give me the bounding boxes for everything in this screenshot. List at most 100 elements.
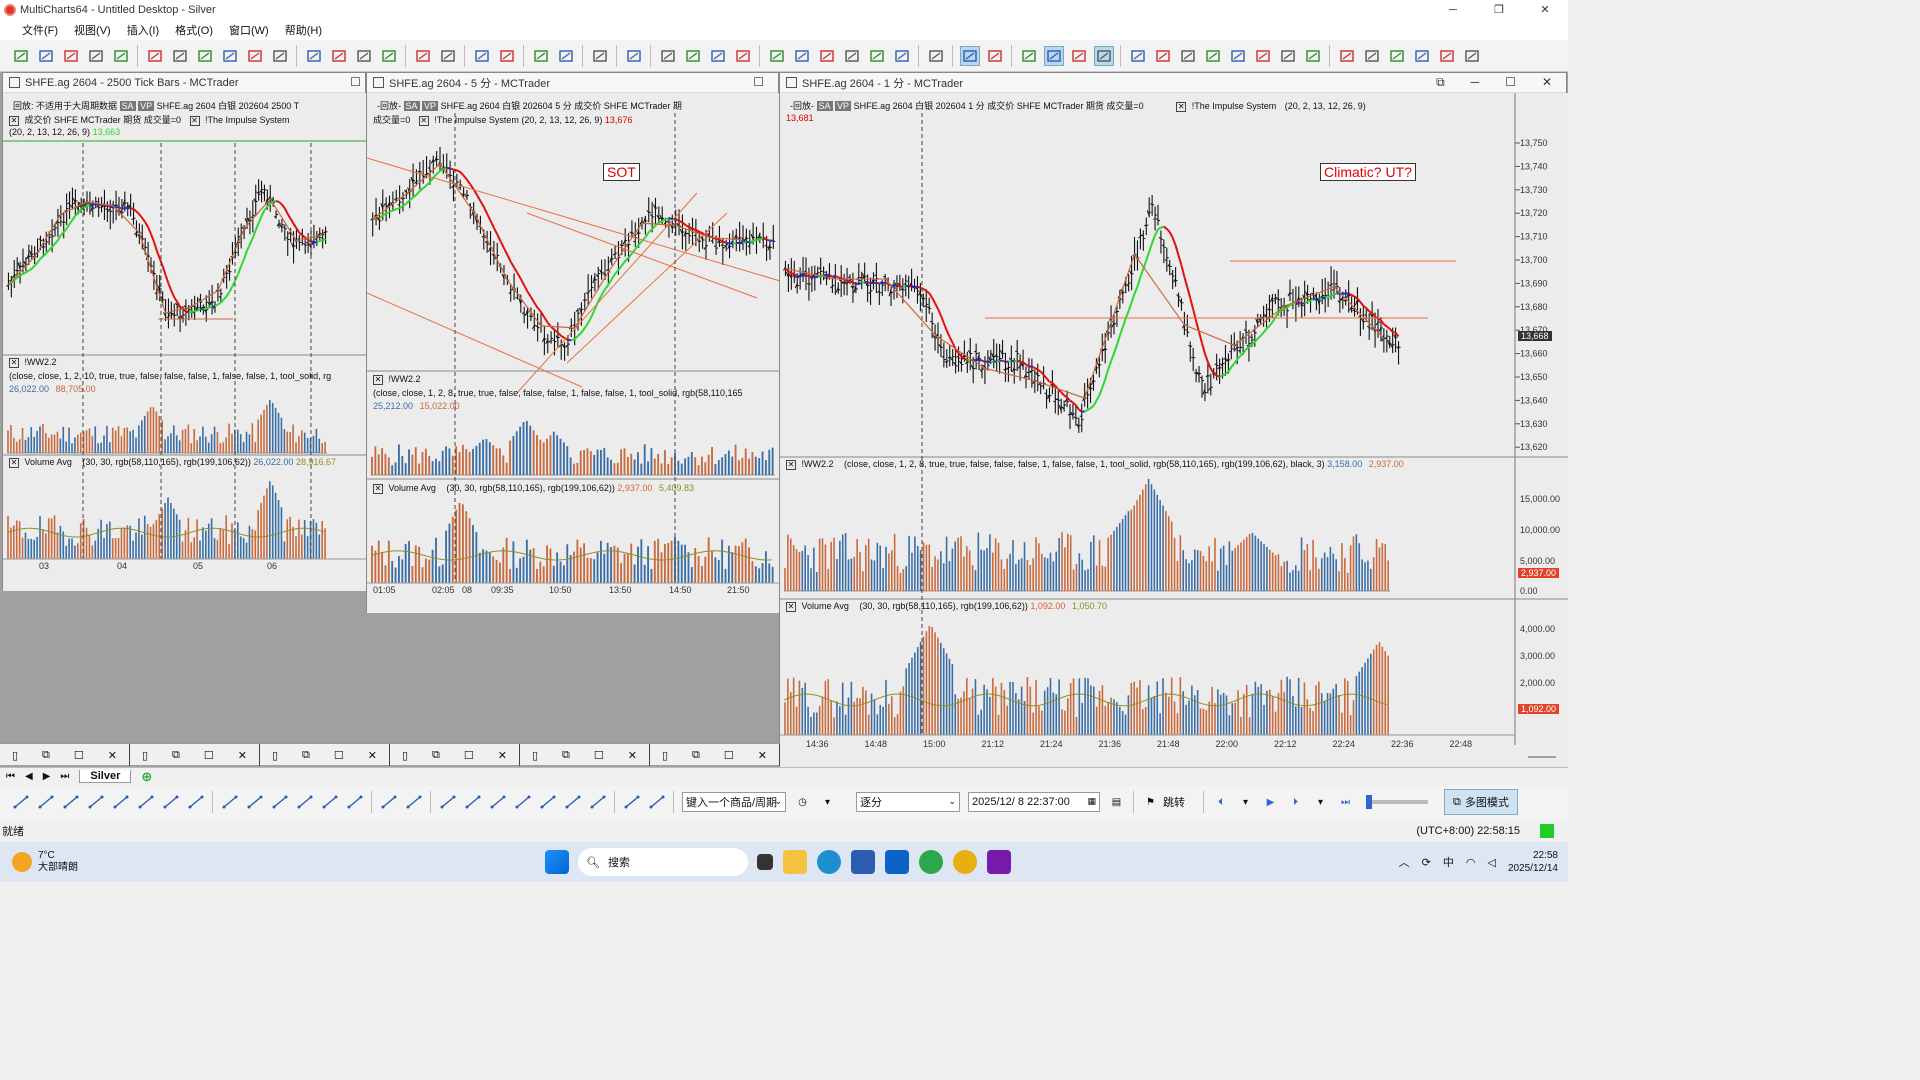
- fib-grid-icon[interactable]: [345, 792, 365, 812]
- note-icon[interactable]: [438, 792, 458, 812]
- restore-icon[interactable]: ⧉: [432, 749, 440, 762]
- chart1-plot-area[interactable]: 回放: 不适用于大周期数据 SA VP SHFE.ag 2604 白银 2026…: [3, 93, 367, 591]
- prev-sheet-icon[interactable]: ◀: [25, 771, 33, 782]
- vp-badge[interactable]: VP: [138, 101, 155, 111]
- outlook-icon[interactable]: [885, 850, 909, 874]
- arc-icon[interactable]: [538, 792, 558, 812]
- new-order-icon[interactable]: [220, 46, 240, 66]
- close-icon[interactable]: ✕: [758, 749, 767, 762]
- close-study-icon[interactable]: ✕: [189, 115, 200, 126]
- chevron-down-icon[interactable]: ⌄: [774, 796, 782, 807]
- speed-fan-icon[interactable]: [161, 792, 181, 812]
- expand-icon[interactable]: [1362, 46, 1382, 66]
- speed-slider-thumb[interactable]: [1366, 795, 1372, 809]
- rect-icon[interactable]: [488, 792, 508, 812]
- minimized-window-tab[interactable]: ▯ ⧉ ☐ ✕: [650, 744, 780, 766]
- heatmap-icon[interactable]: [892, 46, 912, 66]
- step-forward-icon[interactable]: ⏵: [1286, 792, 1306, 812]
- fib-ext-icon[interactable]: [270, 792, 290, 812]
- close-study-icon[interactable]: ✕: [1176, 101, 1187, 112]
- arrow-up-icon[interactable]: [1437, 46, 1457, 66]
- minimize-icon[interactable]: ─: [1471, 75, 1480, 90]
- last-sheet-icon[interactable]: ⏭: [60, 771, 69, 782]
- candle-icon[interactable]: [683, 46, 703, 66]
- vline-draw-icon[interactable]: [61, 792, 81, 812]
- close-icon[interactable]: ✕: [368, 749, 377, 762]
- minimized-window-tab[interactable]: ▯ ⧉ ☐ ✕: [520, 744, 650, 766]
- new-dom-icon[interactable]: [195, 46, 215, 66]
- table-icon[interactable]: ▤: [1107, 792, 1127, 812]
- edge-browser-icon[interactable]: [817, 850, 841, 874]
- format-icon[interactable]: [497, 46, 517, 66]
- menu-file[interactable]: 文件(F): [14, 22, 66, 38]
- fib-retrace-icon[interactable]: [220, 792, 240, 812]
- chevron-down-icon[interactable]: ▾: [1236, 792, 1256, 812]
- open-icon[interactable]: [36, 46, 56, 66]
- cursor-icon[interactable]: [959, 45, 980, 66]
- close-button[interactable]: ✕: [1522, 0, 1568, 19]
- first-sheet-icon[interactable]: ⏮: [6, 771, 15, 782]
- split-icon[interactable]: [926, 46, 946, 66]
- arrow-up-draw-icon[interactable]: [588, 792, 608, 812]
- dropdown-icon[interactable]: [61, 46, 81, 66]
- channel-icon[interactable]: [86, 792, 106, 812]
- arrow-icon[interactable]: [817, 46, 837, 66]
- windows-start-icon[interactable]: [545, 850, 569, 874]
- chart2-plot-area[interactable]: -回放- SA VP SHFE.ag 2604 白银 202604 5 分 成交…: [367, 93, 780, 613]
- sot-annotation[interactable]: SOT: [603, 163, 640, 181]
- text-icon[interactable]: [463, 792, 483, 812]
- menu-help[interactable]: 帮助(H): [277, 22, 330, 38]
- maximize-icon[interactable]: ☐: [334, 749, 344, 762]
- step-back-icon[interactable]: ⏴: [1211, 792, 1231, 812]
- arrow-down-icon[interactable]: [1462, 46, 1482, 66]
- export2-icon[interactable]: [1303, 46, 1323, 66]
- bars-icon[interactable]: [1228, 46, 1248, 66]
- calendar-icon[interactable]: ▦: [1087, 796, 1096, 807]
- trade-icon[interactable]: [1153, 46, 1173, 66]
- wifi-icon[interactable]: ◠: [1466, 856, 1476, 869]
- speed-slider[interactable]: [1366, 795, 1428, 809]
- grid-draw-icon[interactable]: [404, 792, 424, 812]
- maximize-icon[interactable]: ☐: [1505, 75, 1516, 90]
- chart3-plot-area[interactable]: 13,750 13,740 13,730 13,720 13,710 13,700 13,6…: [780, 93, 1568, 767]
- maximize-icon[interactable]: ☐: [594, 749, 604, 762]
- bar-icon[interactable]: [658, 46, 678, 66]
- alert-icon[interactable]: [413, 46, 433, 66]
- gann-icon[interactable]: [186, 792, 206, 812]
- new-editor-icon[interactable]: [270, 46, 290, 66]
- detach-icon[interactable]: ⧉: [1436, 75, 1445, 90]
- close-study-icon[interactable]: ✕: [786, 601, 796, 612]
- datetime-input[interactable]: 2025/12/ 8 22:37:00 ▦: [968, 792, 1100, 812]
- menu-view[interactable]: 视图(V): [66, 22, 119, 38]
- minimize-button[interactable]: ─: [1430, 0, 1476, 19]
- restore-icon[interactable]: ⧉: [562, 749, 570, 762]
- restore-icon[interactable]: ⧉: [42, 749, 50, 762]
- comment-icon[interactable]: [1019, 46, 1039, 66]
- zigzag-icon[interactable]: [767, 46, 787, 66]
- flag-icon[interactable]: ⚑: [1141, 792, 1161, 812]
- ohlc-icon[interactable]: [708, 46, 728, 66]
- multi-chart-mode-button[interactable]: ⧉ 多图模式: [1444, 789, 1518, 815]
- study-icon[interactable]: [304, 46, 324, 66]
- crosshair-icon[interactable]: [985, 46, 1005, 66]
- drawing-icon[interactable]: [329, 46, 349, 66]
- link-icon[interactable]: [1178, 46, 1198, 66]
- format-instrument-icon[interactable]: [531, 46, 551, 66]
- chart1-canvas[interactable]: [3, 93, 367, 591]
- regression-icon[interactable]: [379, 792, 399, 812]
- chrome-icon[interactable]: [919, 850, 943, 874]
- fib-time-icon[interactable]: [320, 792, 340, 812]
- maximize-icon[interactable]: ☐: [464, 749, 474, 762]
- fib-arc-icon[interactable]: [295, 792, 315, 812]
- menu-format[interactable]: 格式(O): [167, 22, 221, 38]
- close-icon[interactable]: ✕: [1542, 75, 1552, 90]
- settings-icon[interactable]: [590, 46, 610, 66]
- close-icon[interactable]: ✕: [498, 749, 507, 762]
- export-icon[interactable]: [354, 46, 374, 66]
- playback-mode-select[interactable]: 逐分 ⌄: [856, 792, 960, 812]
- chevron-down-icon[interactable]: ▾: [1311, 792, 1331, 812]
- close-x-icon[interactable]: [1387, 46, 1407, 66]
- no-alert-icon[interactable]: [438, 46, 458, 66]
- close-icon[interactable]: ✕: [628, 749, 637, 762]
- chart2-canvas[interactable]: [367, 93, 780, 613]
